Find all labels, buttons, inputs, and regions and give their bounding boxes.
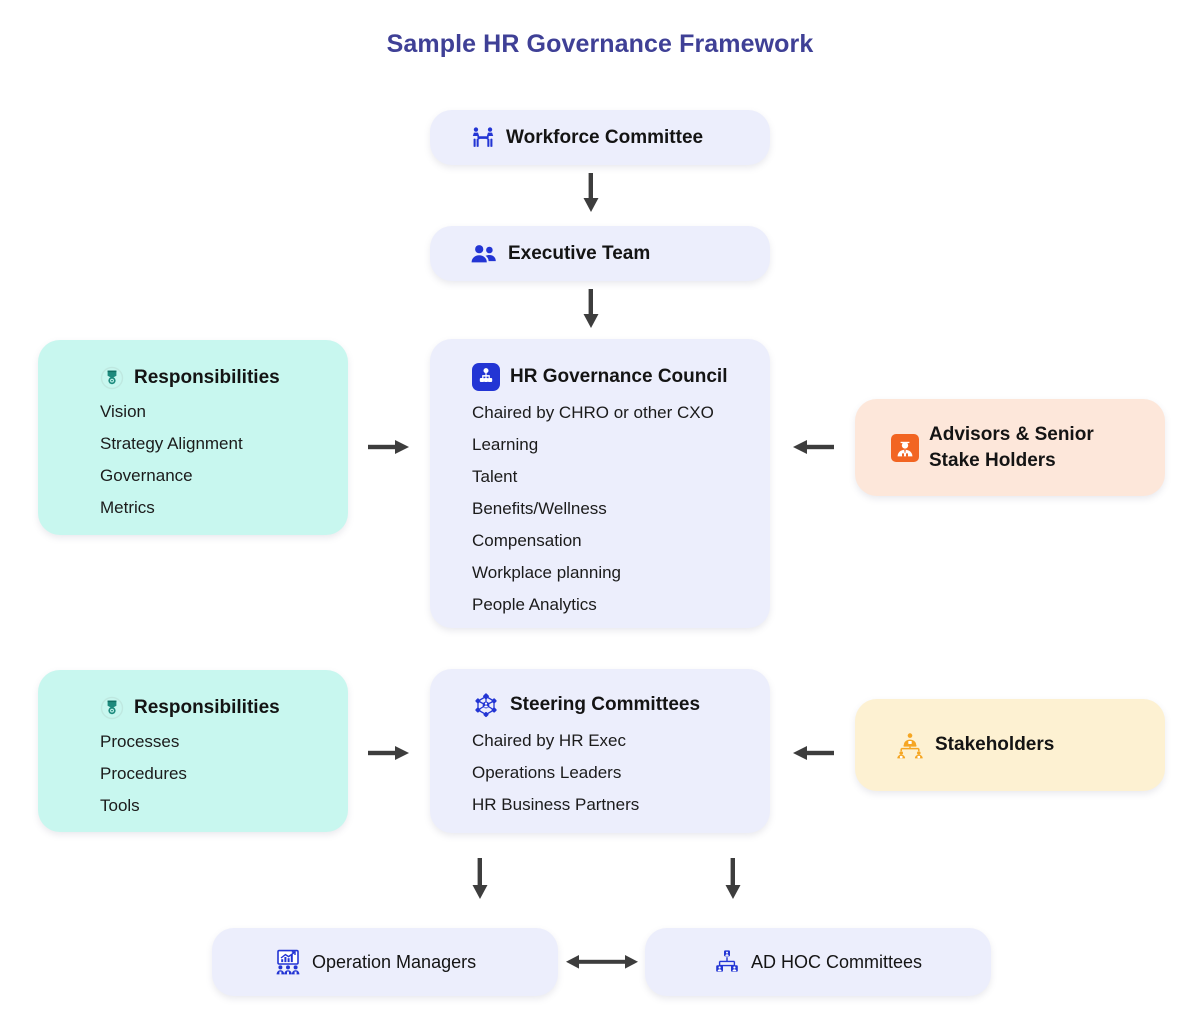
badge-icon (100, 366, 124, 390)
network-hub-icon (472, 691, 500, 719)
list-item: Benefits/Wellness (472, 499, 607, 518)
stakeholder-hierarchy-icon (895, 730, 925, 760)
list-item: Processes (100, 732, 180, 751)
presentation-audience-icon (274, 948, 302, 976)
node-title: Advisors & Senior Stake Holders (929, 422, 1094, 473)
node-item-list: Vision Strategy Alignment Governance Met… (100, 396, 348, 524)
node-label: Executive Team (508, 242, 651, 264)
node-title: Stakeholders (935, 734, 1055, 756)
node-hr-governance-council[interactable]: HR Governance Council Chaired by CHRO or… (430, 339, 770, 628)
node-title: HR Governance Council (510, 366, 728, 388)
arrow-stakeholders-to-steering (792, 743, 834, 763)
org-chart-icon (472, 363, 500, 391)
node-responsibilities-top[interactable]: Responsibilities Vision Strategy Alignme… (38, 340, 348, 535)
list-item: Compensation (472, 531, 582, 550)
arrow-steering-to-operation-managers (471, 858, 489, 900)
arrow-steering-to-ad-hoc-committees (724, 858, 742, 900)
list-item: Talent (472, 467, 518, 486)
node-label: Operation Managers (312, 951, 477, 972)
list-item: HR Business Partners (472, 795, 640, 814)
node-operation-managers[interactable]: Operation Managers (212, 928, 558, 996)
node-workforce-committee[interactable]: Workforce Committee (430, 110, 770, 165)
node-header: Responsibilities (100, 366, 348, 390)
node-label: Workforce Committee (506, 126, 704, 148)
node-title-line1: Advisors & Senior (929, 423, 1094, 445)
arrow-advisors-to-council (792, 437, 834, 457)
list-item: Tools (100, 796, 140, 815)
node-steering-committees[interactable]: Steering Committees Chaired by HR Exec O… (430, 669, 770, 833)
arrow-responsibilities-to-council (368, 437, 410, 457)
list-item: Vision (100, 402, 146, 421)
node-title: Responsibilities (134, 697, 280, 719)
arrow-responsibilities-to-steering (368, 743, 410, 763)
diagram-canvas: Sample HR Governance Framework Workforce… (0, 0, 1200, 1025)
node-item-list: Chaired by HR Exec Operations Leaders HR… (472, 725, 770, 821)
team-structure-icon (713, 948, 741, 976)
node-responsibilities-bottom[interactable]: Responsibilities Processes Procedures To… (38, 670, 348, 832)
list-item: Governance (100, 466, 193, 485)
arrow-executive-to-council (582, 289, 600, 329)
list-item: Procedures (100, 764, 187, 783)
teamwork-icon (470, 125, 496, 151)
node-ad-hoc-committees[interactable]: AD HOC Committees (645, 928, 991, 996)
node-title: Responsibilities (134, 367, 280, 389)
node-item-list: Processes Procedures Tools (100, 726, 348, 822)
page-title: Sample HR Governance Framework (386, 30, 814, 58)
arrow-operation-managers-to-ad-hoc (566, 951, 638, 973)
node-header: Responsibilities (100, 696, 348, 720)
node-advisors-senior-stakeholders[interactable]: Advisors & Senior Stake Holders (855, 399, 1165, 496)
node-title: Steering Committees (510, 694, 701, 716)
list-item: People Analytics (472, 595, 597, 614)
node-header: HR Governance Council (472, 363, 770, 391)
badge-icon (100, 696, 124, 720)
arrow-workforce-to-executive (582, 173, 600, 213)
list-item: Workplace planning (472, 563, 621, 582)
list-item: Learning (472, 435, 539, 454)
people-group-icon (470, 241, 498, 267)
list-item: Chaired by HR Exec (472, 731, 627, 750)
node-item-list: Chaired by CHRO or other CXO Learning Ta… (472, 397, 770, 621)
node-stakeholders[interactable]: Stakeholders (855, 699, 1165, 791)
list-item: Operations Leaders (472, 763, 622, 782)
list-item: Chaired by CHRO or other CXO (472, 403, 714, 422)
node-header: Steering Committees (472, 691, 770, 719)
node-title-line2: Stake Holders (929, 449, 1056, 471)
node-executive-team[interactable]: Executive Team (430, 226, 770, 281)
list-item: Metrics (100, 498, 155, 517)
list-item: Strategy Alignment (100, 434, 243, 453)
node-label: AD HOC Committees (751, 951, 923, 972)
business-person-icon (891, 433, 919, 462)
